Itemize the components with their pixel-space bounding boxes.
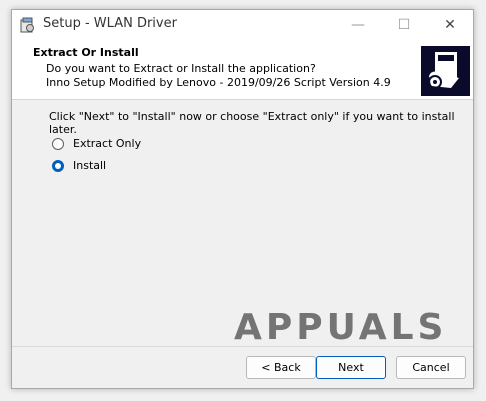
radio-checked-icon[interactable]: [52, 159, 64, 172]
header-subtitle: Do you want to Extract or Install the ap…: [46, 62, 316, 75]
cancel-button[interactable]: Cancel: [396, 356, 466, 379]
extract-only-option[interactable]: Extract Only: [52, 137, 141, 150]
install-option[interactable]: Install: [52, 159, 106, 172]
footer-divider: [12, 346, 473, 347]
title-bar: Setup - WLAN Driver — ☐ ✕: [12, 10, 473, 40]
setup-app-icon: [20, 17, 34, 33]
wizard-header-image: [421, 46, 470, 96]
header-script-info: Inno Setup Modified by Lenovo - 2019/09/…: [46, 76, 391, 89]
page-title: Extract Or Install: [33, 46, 139, 59]
window-title: Setup - WLAN Driver: [43, 16, 177, 31]
setup-window: Setup - WLAN Driver — ☐ ✕ Extract Or Ins…: [11, 9, 474, 389]
install-label: Install: [73, 159, 107, 172]
next-button[interactable]: Next: [316, 356, 386, 379]
extract-only-label: Extract Only: [73, 137, 142, 150]
appuals-watermark: APPUALS: [234, 307, 448, 348]
back-button[interactable]: < Back: [246, 356, 316, 379]
maximize-button[interactable]: ☐: [381, 10, 427, 40]
minimize-button[interactable]: —: [335, 10, 381, 40]
radio-unchecked-icon[interactable]: [52, 137, 64, 150]
wizard-header: Extract Or Install Do you want to Extrac…: [12, 40, 473, 100]
instruction-text: Click "Next" to "Install" now or choose …: [49, 110, 455, 136]
close-button[interactable]: ✕: [427, 10, 473, 40]
